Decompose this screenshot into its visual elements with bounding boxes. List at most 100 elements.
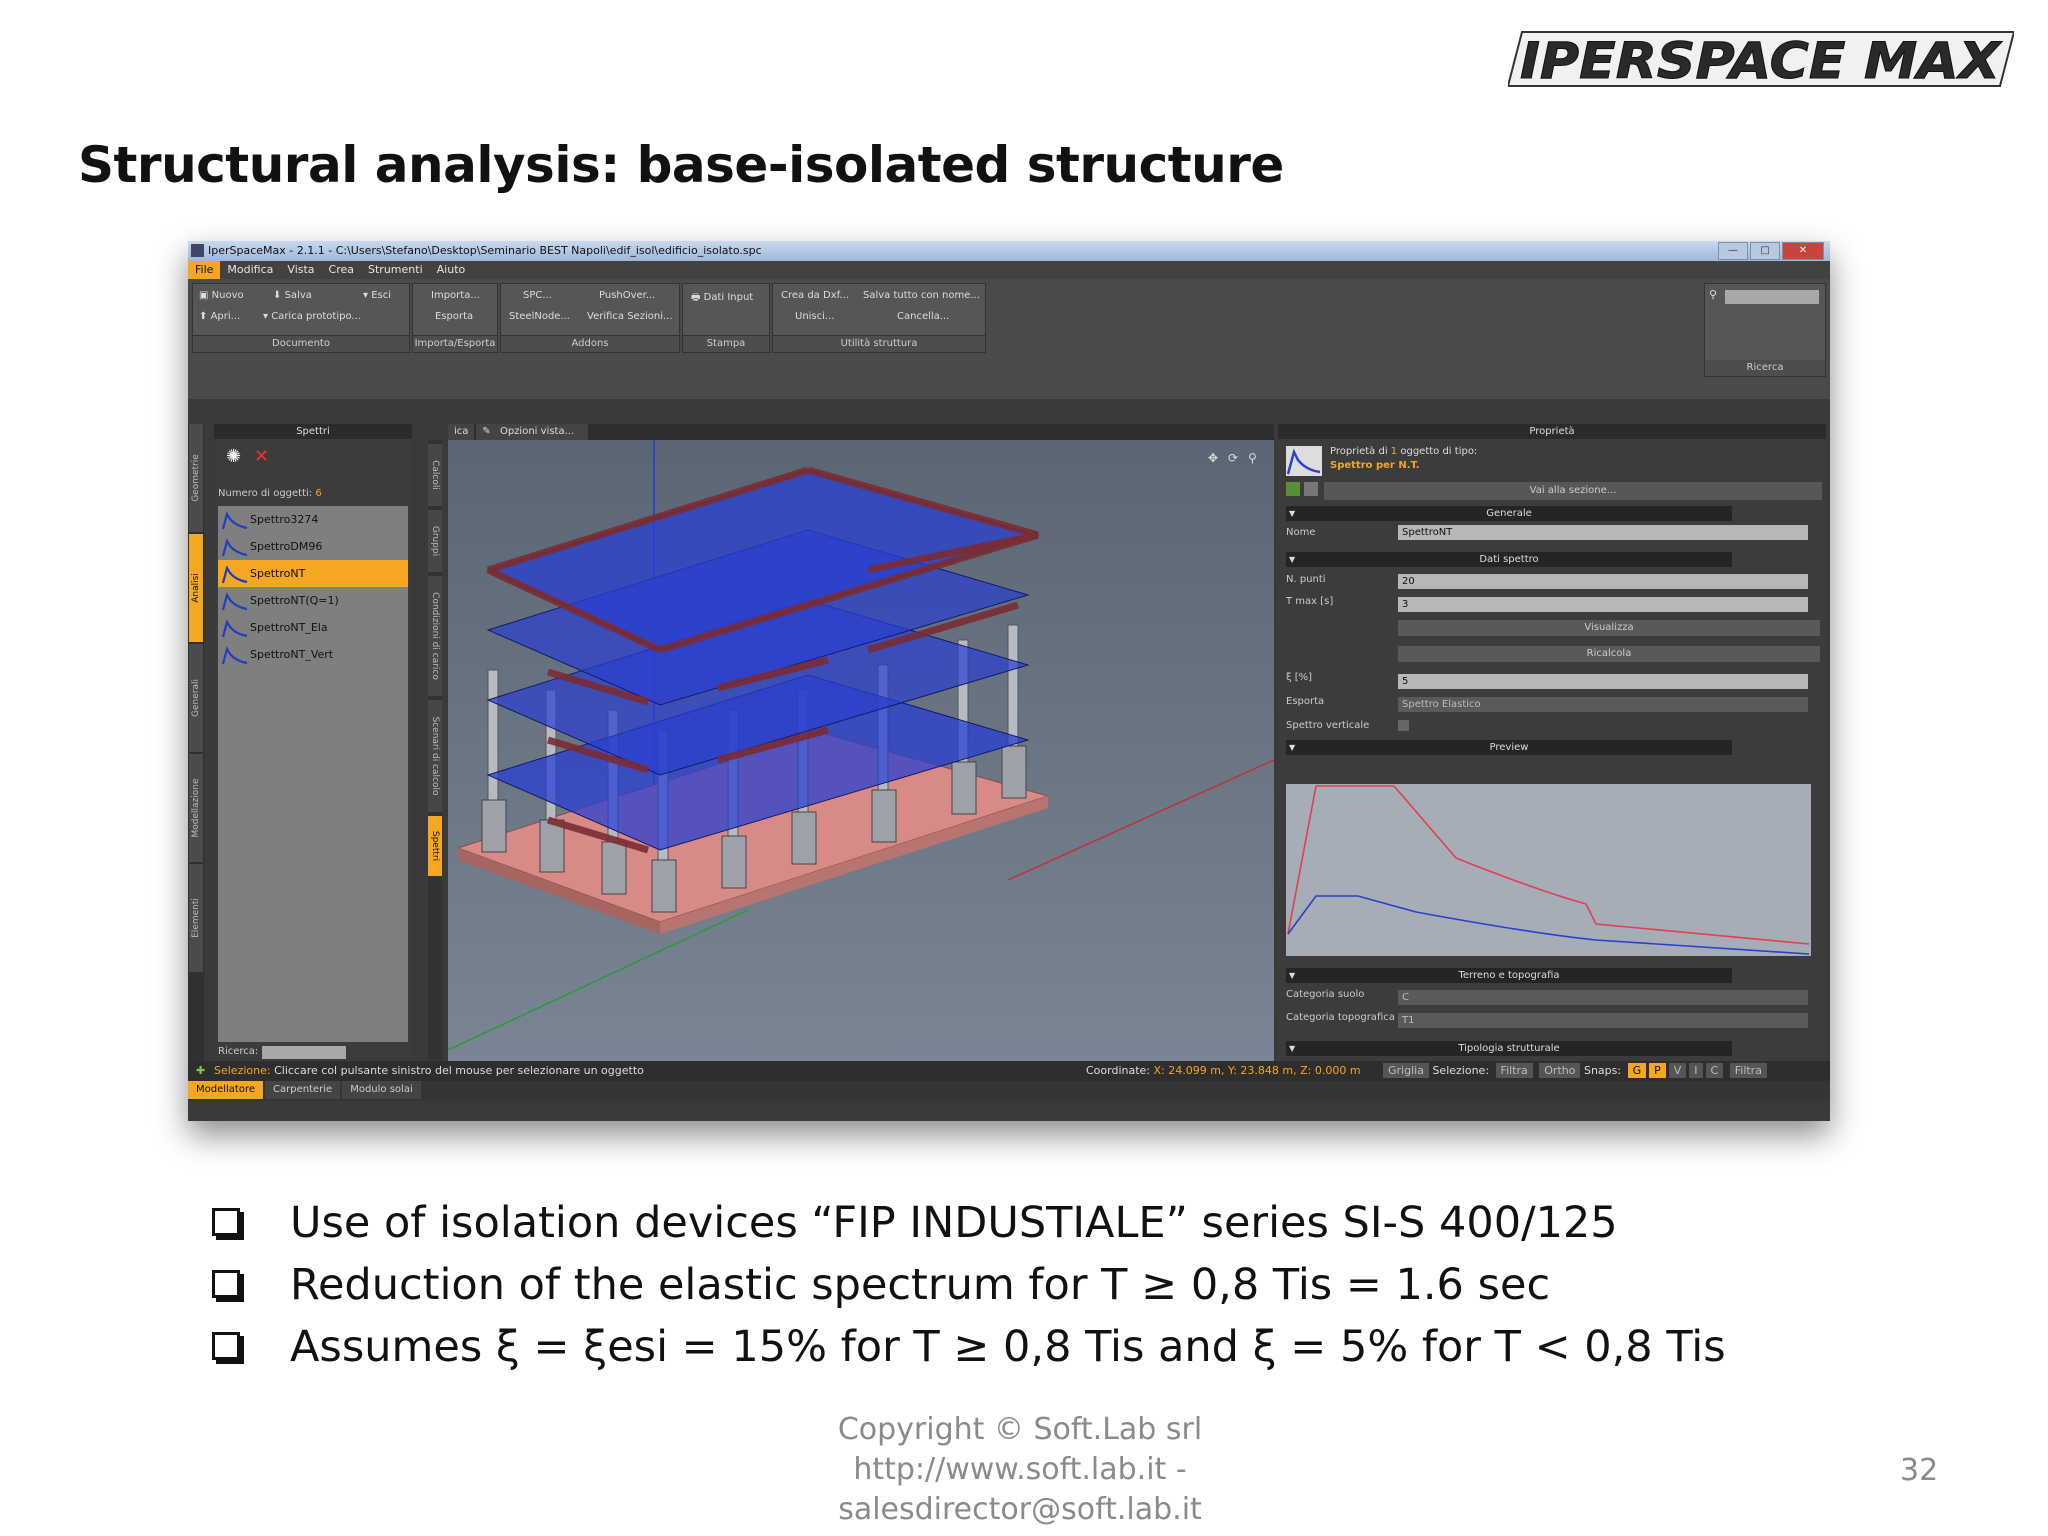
esporta-select[interactable]: Spettro Elastico	[1398, 697, 1808, 712]
snap-c[interactable]: C	[1705, 1063, 1724, 1078]
list-search-input[interactable]	[262, 1046, 346, 1059]
bullet-item: Use of isolation devices “FIP INDUSTIALE…	[210, 1192, 1726, 1254]
checkbox-bullet-icon	[212, 1332, 240, 1360]
vtab-modellazione[interactable]: Modellazione	[189, 754, 203, 862]
snap-g[interactable]: G	[1627, 1063, 1647, 1078]
vtab-gruppi[interactable]: Gruppi	[428, 510, 442, 572]
filtra-button[interactable]: Filtra	[1495, 1063, 1533, 1078]
tab-modulo-solai[interactable]: Modulo solai	[342, 1081, 421, 1099]
vtab-spettri[interactable]: Spettri	[428, 816, 442, 876]
ribbon: ▣ Nuovo ⬇ Salva ▾ Esci ⬆ Apri... ▾ Caric…	[188, 279, 1830, 399]
vtab-scenari[interactable]: Scenari di calcolo	[428, 700, 442, 812]
filtra-snap-button[interactable]: Filtra	[1729, 1063, 1767, 1078]
list-item[interactable]: Spettro3274	[218, 506, 408, 533]
menu-file[interactable]: File	[188, 261, 221, 279]
section-tipologia[interactable]: Tipologia strutturale	[1286, 1041, 1732, 1056]
menu-modifica[interactable]: Modifica	[220, 261, 280, 279]
new-spectrum-icon[interactable]: ✺	[226, 446, 241, 467]
vtab-geometrie[interactable]: Geometrie	[189, 424, 203, 532]
open-button[interactable]: ⬆ Apri...	[199, 311, 240, 322]
menu-strumenti[interactable]: Strumenti	[361, 261, 430, 279]
ribbon-search-input[interactable]	[1725, 290, 1819, 304]
maximize-button[interactable]: □	[1750, 242, 1780, 260]
list-item[interactable]: SpettroNT_Vert	[218, 641, 408, 668]
status-selection-text: Selezione: Cliccare col pulsante sinistr…	[214, 1064, 644, 1077]
properties-panel: Proprietà Proprietà di 1 oggetto di tipo…	[1278, 424, 1826, 1062]
nome-label: Nome	[1286, 527, 1316, 538]
vtab-calcoli[interactable]: Calcoli	[428, 444, 442, 506]
exit-button[interactable]: ▾ Esci	[363, 290, 391, 301]
section-generale[interactable]: Generale	[1286, 506, 1732, 521]
menu-crea[interactable]: Crea	[322, 261, 361, 279]
list-search-label: Ricerca:	[218, 1046, 259, 1057]
snaps-label: Snaps:	[1583, 1064, 1622, 1077]
copyright-footer: Copyright © Soft.Lab srl http://www.soft…	[820, 1410, 1220, 1530]
new-button[interactable]: ▣ Nuovo	[199, 290, 244, 301]
xi-field[interactable]: 5	[1398, 674, 1808, 689]
snap-p[interactable]: P	[1649, 1063, 1666, 1078]
section-preview[interactable]: Preview	[1286, 740, 1732, 755]
close-button[interactable]: ✕	[1782, 242, 1824, 260]
object-count: Numero di oggetti: 6	[218, 488, 322, 499]
list-item[interactable]: SpettroNT	[218, 560, 408, 587]
salva-tutto-button[interactable]: Salva tutto con nome...	[863, 290, 980, 301]
bullet-item: Assumes ξ = ξesi = 15% for T ≥ 0,8 Tis a…	[210, 1316, 1726, 1378]
list-item-label: SpettroDM96	[250, 540, 323, 553]
cancella-button[interactable]: Cancella...	[897, 311, 949, 322]
import-button[interactable]: Importa...	[431, 290, 480, 301]
view-options-button[interactable]: ✎ Opzioni vista...	[476, 424, 589, 440]
spettri-panel: Spettri ✺ ✕ Numero di oggetti: 6 Spettro…	[214, 424, 412, 1061]
pushover-button[interactable]: PushOver...	[599, 290, 655, 301]
list-item[interactable]: SpettroDM96	[218, 533, 408, 560]
section-dati-spettro[interactable]: Dati spettro	[1286, 552, 1732, 567]
steelnode-button[interactable]: SteelNode...	[509, 311, 570, 322]
xi-label: ξ [%]	[1286, 672, 1313, 683]
ricalcola-button[interactable]: Ricalcola	[1398, 646, 1820, 662]
griglia-toggle[interactable]: Griglia	[1383, 1063, 1429, 1078]
npunti-field[interactable]: 20	[1398, 574, 1808, 589]
spettro-verticale-checkbox[interactable]	[1398, 720, 1409, 731]
vtab-elementi[interactable]: Elementi	[189, 864, 203, 972]
dati-input-button[interactable]: 🖶 Dati Input	[691, 290, 753, 307]
tmax-field[interactable]: 3	[1398, 597, 1808, 612]
vtab-condizioni[interactable]: Condizioni di carico	[428, 576, 442, 696]
save-button[interactable]: ⬇ Salva	[273, 290, 312, 301]
visualizza-button[interactable]: Visualizza	[1398, 620, 1820, 636]
app-window: IperSpaceMax - 2.1.1 - C:\Users\Stefano\…	[188, 241, 1830, 1121]
goto-section-dropdown[interactable]: Vai alla sezione...	[1324, 482, 1822, 500]
menu-vista[interactable]: Vista	[280, 261, 321, 279]
ortho-toggle[interactable]: Ortho	[1539, 1063, 1581, 1078]
unisci-button[interactable]: Unisci...	[795, 311, 834, 322]
list-item[interactable]: SpettroNT(Q=1)	[218, 587, 408, 614]
delete-icon[interactable]: ✕	[254, 446, 269, 467]
npunti-label: N. punti	[1286, 574, 1326, 585]
status-icon: ✚	[196, 1064, 206, 1077]
properties-title: Proprietà	[1278, 424, 1826, 439]
list-item[interactable]: SpettroNT_Ela	[218, 614, 408, 641]
viewport-tab[interactable]: ica	[448, 424, 475, 440]
tab-modellatore[interactable]: Modellatore	[188, 1081, 264, 1099]
menu-aiuto[interactable]: Aiuto	[430, 261, 473, 279]
load-prototype-button[interactable]: ▾ Carica prototipo...	[263, 311, 361, 322]
snap-v[interactable]: V	[1668, 1063, 1687, 1078]
crea-da-dxf-button[interactable]: Crea da Dxf...	[781, 290, 849, 301]
group-label-importa: Importa/Esporta	[413, 335, 497, 352]
tab-carpenterie[interactable]: Carpenterie	[265, 1081, 341, 1099]
vtab-analisi[interactable]: Analisi	[189, 534, 203, 642]
pin-icon[interactable]	[1304, 482, 1318, 496]
nome-field[interactable]: SpettroNT	[1398, 525, 1808, 540]
section-terreno[interactable]: Terreno e topografia	[1286, 968, 1732, 983]
snap-i[interactable]: I	[1689, 1063, 1703, 1078]
3d-viewport[interactable]: ✥ ⟳ ⚲	[448, 440, 1274, 1062]
status-bar: ✚ Selezione: Cliccare col pulsante sinis…	[188, 1061, 1830, 1081]
vtab-generali[interactable]: Generali	[189, 644, 203, 752]
spc-button[interactable]: SPC...	[523, 290, 552, 301]
back-icon[interactable]	[1286, 482, 1300, 496]
cat-topo-select[interactable]: T1	[1398, 1013, 1808, 1028]
cat-suolo-select[interactable]: C	[1398, 990, 1808, 1005]
export-button[interactable]: Esporta	[435, 311, 473, 322]
viewport-tabbar: ica ✎ Opzioni vista...	[448, 424, 1274, 440]
mid-vertical-tabs: Calcoli Gruppi Condizioni di carico Scen…	[428, 440, 442, 1060]
minimize-button[interactable]: —	[1718, 242, 1748, 260]
verifica-sezioni-button[interactable]: Verifica Sezioni...	[587, 311, 673, 322]
